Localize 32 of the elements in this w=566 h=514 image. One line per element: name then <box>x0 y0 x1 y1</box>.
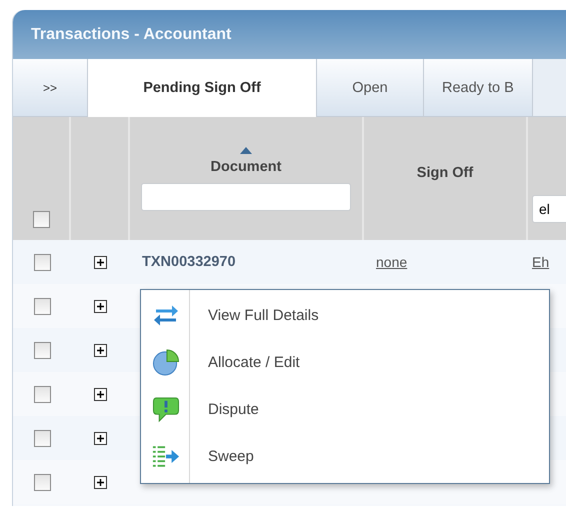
select-all-checkbox[interactable] <box>32 211 50 228</box>
menu-item[interactable]: Allocate / Edit <box>141 339 549 386</box>
row-checkbox[interactable] <box>34 386 50 402</box>
document-link[interactable]: TXN00332970 <box>142 254 236 270</box>
expand-icon[interactable] <box>94 476 107 488</box>
row-checkbox[interactable] <box>34 474 50 490</box>
menu-item[interactable]: Sweep <box>141 433 549 480</box>
pie-chart-icon <box>152 349 180 376</box>
menu-item[interactable]: Dispute <box>141 386 549 433</box>
row-checkbox[interactable] <box>34 342 50 358</box>
row-checkbox[interactable] <box>34 430 50 446</box>
expand-icon[interactable] <box>94 432 107 444</box>
scroll-tabs-button[interactable]: >> <box>13 59 88 116</box>
column-header[interactable]: Document <box>210 159 282 175</box>
expand-icon[interactable] <box>94 344 107 356</box>
row-checkbox[interactable] <box>34 298 50 314</box>
tab[interactable]: Ready to B <box>424 59 533 116</box>
expand-icon[interactable] <box>94 300 107 312</box>
filter-field[interactable] <box>141 183 351 211</box>
filter-field[interactable]: el <box>532 195 566 223</box>
column-header[interactable]: Sign Off <box>416 165 474 181</box>
tab[interactable]: Open <box>317 59 424 116</box>
row-checkbox[interactable] <box>34 254 50 270</box>
sign-off-link[interactable]: none <box>376 254 408 270</box>
expand-icon[interactable] <box>94 256 107 268</box>
tab[interactable]: Pending Sign Off <box>88 59 317 117</box>
panel-title: Transactions - Accountant <box>31 26 232 44</box>
speech-bubble-icon <box>152 396 180 423</box>
menu-item[interactable]: View Full Details <box>141 292 549 339</box>
list-arrow-icon <box>152 443 180 470</box>
expand-icon[interactable] <box>94 388 107 400</box>
table-link[interactable]: Eh <box>532 254 550 270</box>
